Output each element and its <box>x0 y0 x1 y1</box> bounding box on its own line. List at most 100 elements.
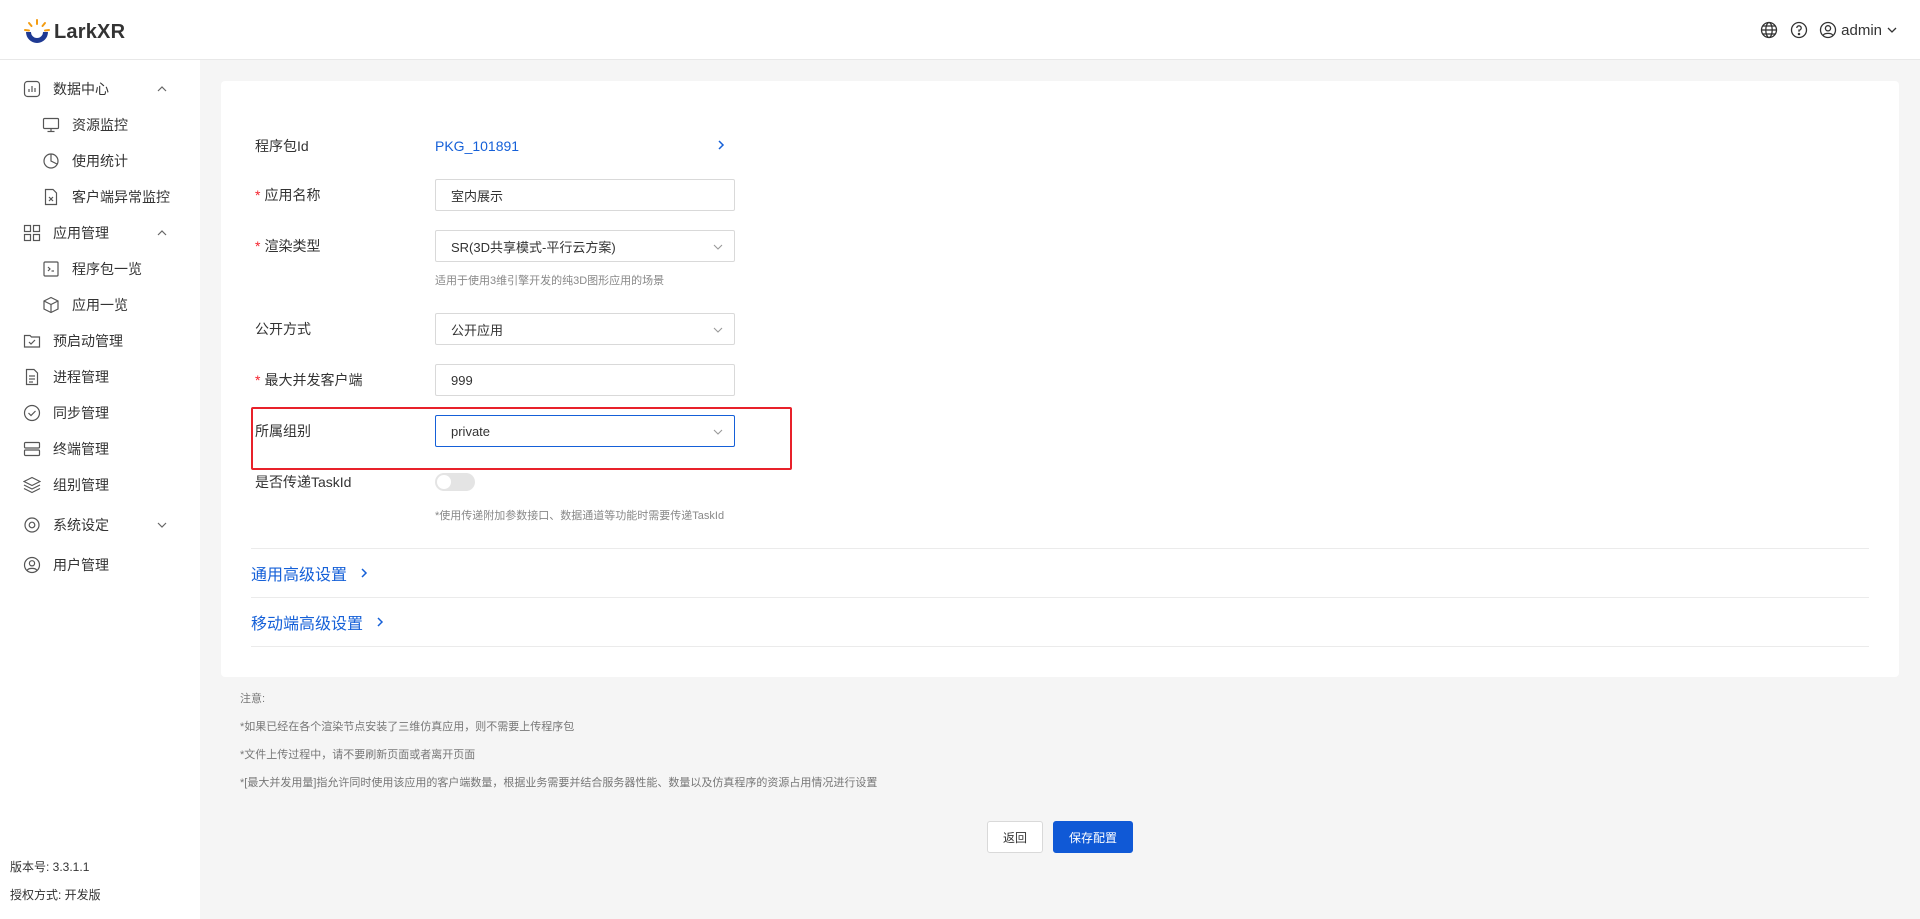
render-type-hint: 适用于使用3维引擎开发的纯3D图形应用的场景 <box>435 275 665 287</box>
sidebar-item-label: 预启动管理 <box>53 333 123 349</box>
sidebar-item-app-management[interactable]: 应用管理 <box>0 215 200 251</box>
pass-taskid-label: 是否传递TaskId <box>255 474 352 490</box>
sidebar-item-prestart[interactable]: 预启动管理 <box>0 323 200 359</box>
chevron-up-icon <box>157 86 167 92</box>
sidebar-item-label: 系统设定 <box>53 517 109 533</box>
larkxr-logo-icon <box>24 19 50 43</box>
required-mark: * <box>255 238 261 254</box>
license-text: 授权方式: 开发版 <box>10 888 101 902</box>
divider <box>251 646 1869 647</box>
username: admin <box>1841 21 1882 39</box>
bar-chart-icon <box>22 79 42 99</box>
required-mark: * <box>255 372 261 388</box>
note-line: *如果已经在各个渲染节点安装了三维仿真应用，则不需要上传程序包 <box>240 721 575 733</box>
pass-taskid-toggle[interactable] <box>435 473 475 491</box>
render-type-select[interactable]: SR(3D共享模式-平行云方案) <box>435 230 735 262</box>
user-icon <box>22 555 42 575</box>
public-mode-select[interactable]: 公开应用 <box>435 313 735 345</box>
form-row-render-type: * 渲染类型 SR(3D共享模式-平行云方案) <box>255 230 735 262</box>
sidebar-item-label: 同步管理 <box>53 405 109 421</box>
sidebar-item-label: 组别管理 <box>53 477 109 493</box>
cube-icon <box>42 296 60 314</box>
form-row-group: 所属组别 private <box>255 415 735 447</box>
version-text: 版本号: 3.3.1.1 <box>10 860 90 874</box>
public-mode-label: 公开方式 <box>255 321 311 337</box>
sidebar-item-app-list[interactable]: 应用一览 <box>0 287 200 323</box>
sidebar-menu: 数据中心 资源监控 使用统计 客户端异常监控 应用管理 程序包一览 应用一览 预… <box>0 60 200 583</box>
top-header: LarkXR admin <box>0 0 1920 60</box>
save-config-button[interactable]: 保存配置 <box>1053 821 1133 853</box>
sidebar-item-group[interactable]: 组别管理 <box>0 467 200 503</box>
chevron-down-icon <box>713 429 723 435</box>
chevron-right-icon <box>361 568 368 578</box>
app-config-card: 程序包Id PKG_101891 * 应用名称 室内展示 * 渲染类型 SR(3D共… <box>221 81 1899 677</box>
document-icon <box>22 367 42 387</box>
brand-name: LarkXR <box>54 20 126 43</box>
user-menu[interactable]: admin <box>1819 21 1898 39</box>
toggle-knob <box>437 475 451 489</box>
form-row-app-name: * 应用名称 室内展示 <box>255 179 735 211</box>
check-circle-icon <box>22 403 42 423</box>
sidebar-item-label: 用户管理 <box>53 557 109 573</box>
layers-icon <box>22 475 42 495</box>
sidebar-item-process[interactable]: 进程管理 <box>0 359 200 395</box>
form-row-pass-taskid: 是否传递TaskId <box>255 466 475 498</box>
package-id-link[interactable]: PKG_101891 <box>435 138 519 154</box>
max-clients-label: 最大并发客户端 <box>264 372 363 388</box>
sidebar-footer: 版本号: 3.3.1.1 授权方式: 开发版 <box>10 853 101 909</box>
chevron-down-icon <box>713 327 723 333</box>
chevron-down-icon <box>1887 27 1897 33</box>
group-value: private <box>451 423 491 439</box>
chevron-right-icon[interactable] <box>714 138 728 152</box>
group-label: 所属组别 <box>255 423 311 439</box>
sidebar-item-label: 使用统计 <box>72 153 128 169</box>
header-actions: admin <box>1759 18 1898 42</box>
sidebar-item-terminal[interactable]: 终端管理 <box>0 431 200 467</box>
form-row-public-mode: 公开方式 公开应用 <box>255 313 735 345</box>
required-mark: * <box>255 187 261 203</box>
sidebar-item-label: 客户端异常监控 <box>72 189 170 205</box>
sidebar-item-data-center[interactable]: 数据中心 <box>0 71 200 107</box>
app-name-input[interactable]: 室内展示 <box>435 179 735 211</box>
user-avatar-icon <box>1819 21 1837 39</box>
general-advanced-settings-toggle[interactable]: 通用高级设置 <box>251 561 371 585</box>
pie-chart-icon <box>42 152 60 170</box>
package-icon <box>42 260 60 278</box>
package-id-label: 程序包Id <box>255 138 309 154</box>
sidebar-item-package-list[interactable]: 程序包一览 <box>0 251 200 287</box>
sidebar-item-label: 程序包一览 <box>72 261 142 277</box>
sidebar-item-users[interactable]: 用户管理 <box>0 547 200 583</box>
server-icon <box>22 439 42 459</box>
form-row-package-id: 程序包Id PKG_101891 <box>255 130 519 162</box>
file-error-icon <box>42 188 60 206</box>
sidebar-item-label: 终端管理 <box>53 441 109 457</box>
pass-taskid-hint: *使用传递附加参数接口、数据通道等功能时需要传递TaskId <box>435 510 725 522</box>
chevron-down-icon <box>157 522 167 528</box>
render-type-value: SR(3D共享模式-平行云方案) <box>451 239 616 255</box>
sidebar-item-resource-monitor[interactable]: 资源监控 <box>0 107 200 143</box>
mobile-advanced-settings-toggle[interactable]: 移动端高级设置 <box>251 610 387 634</box>
notes-section: 注意: *如果已经在各个渲染节点安装了三维仿真应用，则不需要上传程序包 *文件上… <box>240 690 877 802</box>
sidebar-item-sync[interactable]: 同步管理 <box>0 395 200 431</box>
notes-title: 注意: <box>240 693 266 705</box>
sidebar-item-label: 应用管理 <box>53 225 109 241</box>
group-select[interactable]: private <box>435 415 735 447</box>
chevron-right-icon <box>377 617 384 627</box>
help-icon[interactable] <box>1789 20 1809 40</box>
max-clients-input[interactable]: 999 <box>435 364 735 396</box>
public-mode-value: 公开应用 <box>451 322 504 338</box>
app-grid-icon <box>22 223 42 243</box>
back-button[interactable]: 返回 <box>987 821 1043 853</box>
sidebar-item-label: 数据中心 <box>53 81 109 97</box>
sidebar-item-client-exception[interactable]: 客户端异常监控 <box>0 179 200 215</box>
folder-check-icon <box>22 331 42 351</box>
sidebar-item-usage-stats[interactable]: 使用统计 <box>0 143 200 179</box>
sidebar-item-label: 进程管理 <box>53 369 109 385</box>
divider <box>251 548 1869 549</box>
globe-icon[interactable] <box>1759 20 1779 40</box>
logo[interactable]: LarkXR <box>22 16 125 48</box>
sidebar-item-settings[interactable]: 系统设定 <box>0 507 200 543</box>
settings-icon <box>22 515 42 535</box>
sidebar-item-label: 应用一览 <box>72 297 128 313</box>
divider <box>251 597 1869 598</box>
